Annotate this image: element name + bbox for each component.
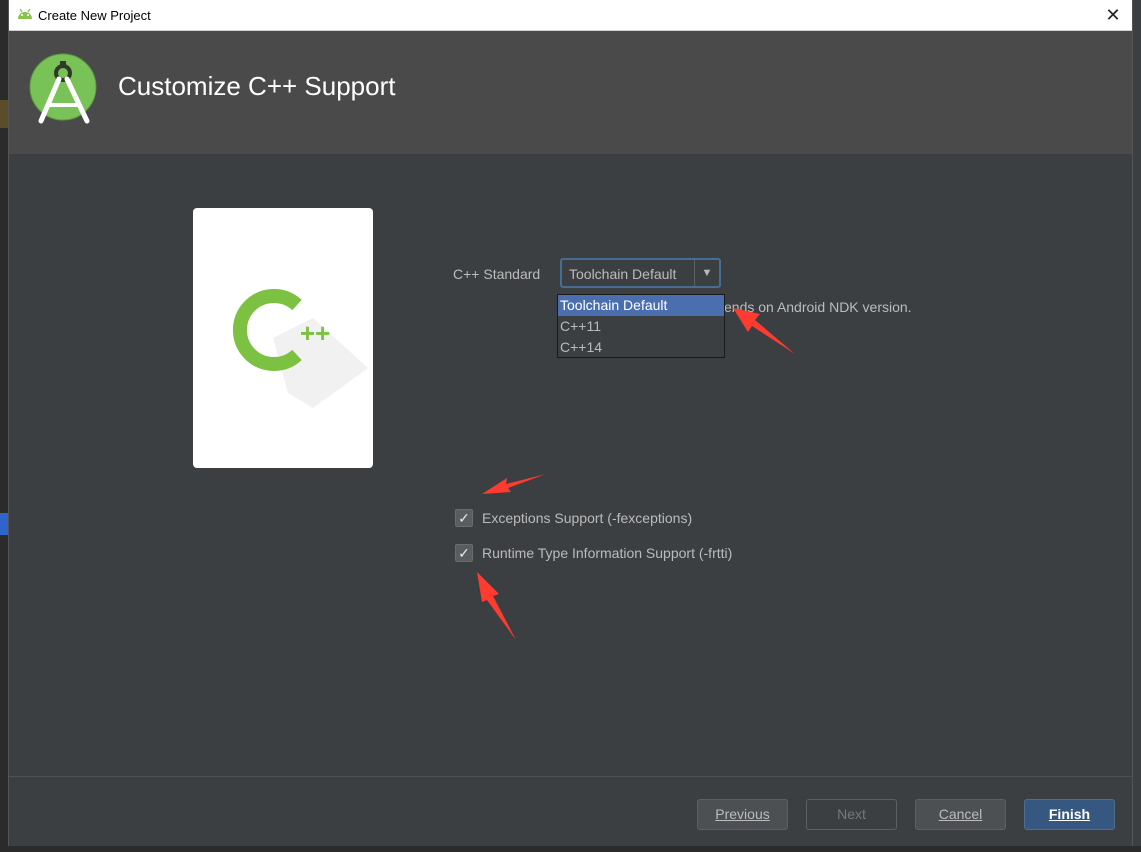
android-icon	[18, 8, 32, 19]
cpp-plus-glyph: ++	[300, 318, 330, 348]
previous-label: Previous	[715, 806, 770, 822]
background-app-edge	[0, 0, 8, 852]
option-toolchain-default[interactable]: Toolchain Default	[558, 295, 724, 316]
wizard-header: Customize C++ Support	[9, 31, 1132, 154]
page-title: Customize C++ Support	[118, 71, 396, 101]
rtti-label[interactable]: Runtime Type Information Support (-frtti…	[482, 545, 732, 561]
exceptions-checkbox[interactable]: ✓	[455, 509, 473, 527]
wizard-footer: Previous Next Cancel Finish	[9, 776, 1132, 852]
next-label: Next	[837, 806, 866, 822]
cpp-standard-select[interactable]: Toolchain Default ▼	[560, 258, 721, 288]
option-cpp14[interactable]: C++14	[558, 337, 724, 358]
close-icon[interactable]: ✕	[1102, 4, 1124, 26]
window-title: Create New Project	[38, 8, 151, 23]
title-bar: Create New Project ✕	[9, 0, 1132, 31]
cpp-preview-card: ++	[193, 208, 373, 468]
cpp-standard-label: C++ Standard	[453, 266, 541, 282]
finish-button[interactable]: Finish	[1024, 799, 1115, 830]
background-selection	[0, 513, 8, 535]
cpp-icon: ++	[233, 289, 368, 408]
previous-button[interactable]: Previous	[697, 799, 788, 830]
chevron-down-icon[interactable]: ▼	[694, 260, 719, 286]
finish-label: Finish	[1048, 806, 1091, 822]
background-bottom-edge	[0, 846, 1141, 852]
cancel-button[interactable]: Cancel	[915, 799, 1006, 830]
cpp-standard-dropdown-list: Toolchain Default C++11 C++14	[557, 294, 725, 358]
rtti-checkbox[interactable]: ✓	[455, 544, 473, 562]
next-button[interactable]: Next	[806, 799, 897, 830]
background-highlight	[0, 100, 8, 128]
cpp-standard-value: Toolchain Default	[569, 266, 677, 282]
exceptions-label[interactable]: Exceptions Support (-fexceptions)	[482, 510, 692, 526]
android-studio-logo-icon	[29, 53, 97, 124]
wizard-content: ++ C++ Standard Toolchain Default ▼ ends…	[9, 154, 1132, 776]
cpp-standard-hint: ends on Android NDK version.	[724, 299, 912, 315]
create-project-dialog: Create New Project ✕ Customize C++ Suppo…	[8, 0, 1133, 852]
cancel-label: Cancel	[938, 806, 983, 822]
option-cpp11[interactable]: C++11	[558, 316, 724, 337]
